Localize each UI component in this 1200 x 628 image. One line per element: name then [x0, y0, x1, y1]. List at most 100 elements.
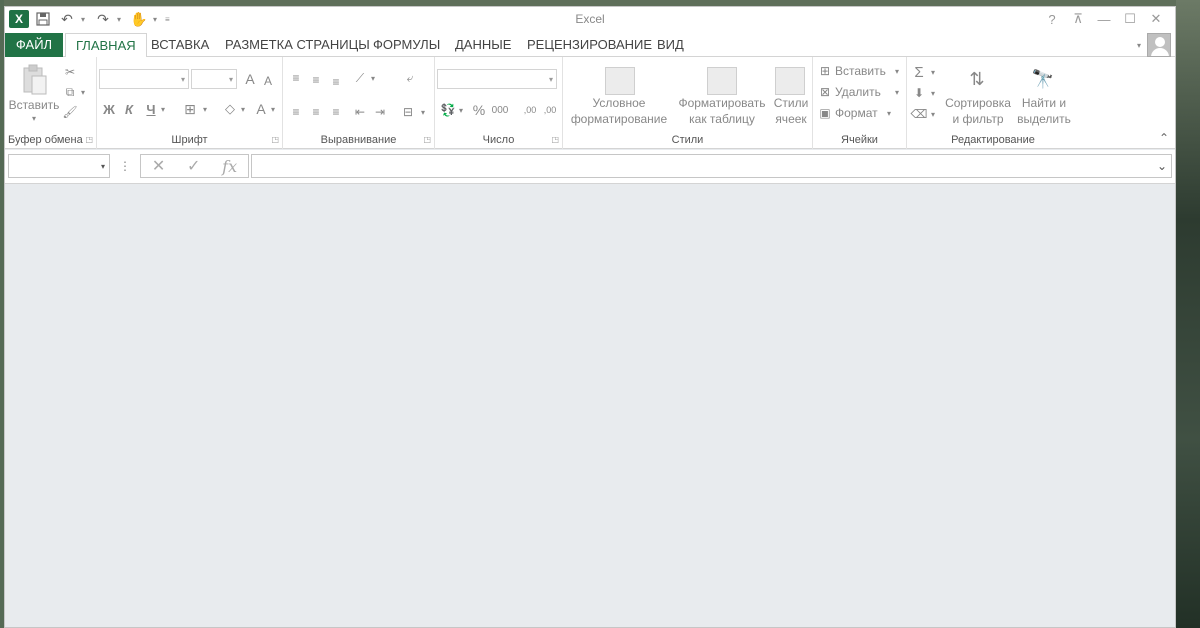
tab-data[interactable]: ДАННЫЕ [445, 33, 521, 57]
orientation-icon[interactable]: ⟋ [351, 69, 369, 87]
maximize-button[interactable]: ☐ [1117, 9, 1143, 29]
touch-mode-icon[interactable]: ✋ [129, 10, 149, 28]
number-launcher-icon[interactable]: ◳ [551, 135, 559, 144]
align-bottom-icon[interactable]: ≡ [327, 73, 345, 91]
paste-icon[interactable] [19, 63, 51, 97]
italic-button[interactable]: К [121, 99, 137, 119]
font-color-dropdown-icon[interactable]: ▾ [269, 99, 277, 119]
tab-formulas[interactable]: ФОРМУЛЫ [363, 33, 450, 57]
customize-qat-icon[interactable]: ≡ [165, 15, 173, 24]
increase-indent-icon[interactable]: ⇥ [371, 103, 389, 121]
clear-icon[interactable]: ⌫ [911, 105, 928, 123]
tab-home[interactable]: ГЛАВНАЯ [65, 33, 147, 58]
tab-view[interactable]: ВИД [647, 33, 694, 57]
bold-button[interactable]: Ж [101, 99, 117, 119]
fill-color-icon[interactable]: ◇ [221, 99, 239, 119]
autosum-dropdown-icon[interactable]: ▾ [929, 63, 937, 81]
format-painter-icon[interactable]: 🖌 [61, 103, 79, 121]
tab-page-layout[interactable]: РАЗМЕТКА СТРАНИЦЫ [215, 33, 380, 57]
delete-cells-icon[interactable]: ⊠ [817, 84, 833, 100]
underline-button[interactable]: Ч [143, 99, 159, 119]
close-button[interactable]: ✕ [1143, 9, 1169, 29]
minimize-button[interactable]: — [1091, 9, 1117, 29]
formula-input[interactable]: ⌄ [251, 154, 1172, 178]
currency-dropdown-icon[interactable]: ▾ [457, 101, 465, 119]
conditional-formatting-button[interactable]: Условное [563, 95, 675, 111]
save-icon[interactable] [33, 10, 53, 28]
fill-dropdown-icon[interactable]: ▾ [239, 99, 247, 119]
font-name-combo[interactable]: ▾ [99, 69, 189, 89]
delete-dropdown-icon[interactable]: ▾ [893, 84, 901, 100]
redo-icon[interactable]: ↷ [93, 10, 113, 28]
underline-dropdown-icon[interactable]: ▾ [159, 99, 167, 119]
name-box[interactable]: ▾ [8, 154, 110, 178]
cut-icon[interactable]: ✂ [61, 63, 79, 81]
find-select-button[interactable]: Найти и [1013, 95, 1075, 111]
fill-icon[interactable]: ⬇ [911, 84, 927, 102]
help-button[interactable]: ? [1039, 9, 1065, 29]
undo-icon[interactable]: ↶ [57, 10, 77, 28]
alignment-launcher-icon[interactable]: ◳ [423, 135, 431, 144]
cell-styles-icon[interactable] [775, 67, 805, 95]
decrease-decimal-button[interactable]: ,00 [541, 101, 559, 119]
insert-dropdown-icon[interactable]: ▾ [893, 63, 901, 79]
number-format-combo[interactable]: ▾ [437, 69, 557, 89]
enter-icon[interactable]: ✓ [187, 156, 200, 176]
paste-dropdown-icon[interactable]: ▾ [7, 111, 61, 127]
grow-font-button[interactable]: A [243, 69, 257, 89]
sort-filter-button[interactable]: Сортировка [941, 95, 1015, 111]
collapse-ribbon-icon[interactable]: ⌃ [1159, 131, 1169, 145]
cancel-icon[interactable]: ✕ [152, 156, 165, 176]
copy-dropdown-icon[interactable]: ▾ [79, 83, 87, 101]
borders-icon[interactable]: ⊞ [181, 99, 199, 119]
align-right-icon[interactable]: ≡ [327, 103, 345, 121]
find-select-label-2[interactable]: выделить [1013, 111, 1075, 127]
excel-logo-icon[interactable]: X [9, 10, 29, 28]
format-as-table-icon[interactable] [707, 67, 737, 95]
sort-filter-label-2[interactable]: и фильтр [941, 111, 1015, 127]
tab-insert[interactable]: ВСТАВКА [141, 33, 219, 57]
format-dropdown-icon[interactable]: ▾ [885, 105, 893, 121]
ribbon-display-options-button[interactable]: ⊼ [1065, 9, 1091, 29]
tab-file[interactable]: ФАЙЛ [5, 33, 63, 57]
increase-decimal-button[interactable]: ,00 [521, 101, 539, 119]
redo-dropdown-icon[interactable]: ▾ [117, 15, 125, 24]
find-select-icon[interactable]: 🔭 [1027, 65, 1059, 93]
merge-center-icon[interactable]: ⊟ [399, 103, 417, 121]
avatar[interactable] [1147, 33, 1171, 57]
cell-styles-button[interactable]: Стили [769, 95, 813, 111]
undo-dropdown-icon[interactable]: ▾ [81, 15, 89, 24]
percent-button[interactable]: % [471, 101, 487, 119]
format-as-table-button[interactable]: Форматировать [675, 95, 769, 111]
clear-dropdown-icon[interactable]: ▾ [929, 105, 937, 123]
align-top-icon[interactable]: ≡ [287, 69, 305, 87]
thousands-button[interactable]: 000 [489, 101, 511, 119]
expand-formula-bar-icon[interactable]: ⌄ [1157, 159, 1167, 173]
tab-review[interactable]: РЕЦЕНЗИРОВАНИЕ [517, 33, 662, 57]
conditional-formatting-label-2[interactable]: форматирование [563, 111, 675, 127]
insert-cells-button[interactable]: Вставить [835, 63, 899, 79]
delete-cells-button[interactable]: Удалить [835, 84, 899, 100]
insert-cells-icon[interactable]: ⊞ [817, 63, 833, 79]
cell-styles-label-2[interactable]: ячеек [769, 111, 813, 127]
align-center-icon[interactable]: ≡ [307, 103, 325, 121]
formula-bar-grip-icon[interactable]: ⋮ [119, 159, 131, 173]
shrink-font-button[interactable]: A [261, 71, 275, 91]
insert-function-icon[interactable]: fx [222, 157, 237, 176]
format-as-table-label-2[interactable]: как таблицу [675, 111, 769, 127]
conditional-formatting-icon[interactable] [605, 67, 635, 95]
touch-dropdown-icon[interactable]: ▾ [153, 15, 161, 24]
align-left-icon[interactable]: ≡ [287, 103, 305, 121]
decrease-indent-icon[interactable]: ⇤ [351, 103, 369, 121]
font-size-combo[interactable]: ▾ [191, 69, 237, 89]
orientation-dropdown-icon[interactable]: ▾ [369, 69, 377, 87]
wrap-text-icon[interactable]: ⤶ [401, 69, 419, 87]
sort-filter-icon[interactable]: ⇅ [961, 65, 993, 93]
borders-dropdown-icon[interactable]: ▾ [201, 99, 209, 119]
autosum-button[interactable]: Σ [911, 63, 927, 81]
account-dropdown-icon[interactable]: ▾ [1137, 41, 1141, 50]
copy-icon[interactable]: ⧉ [61, 83, 79, 101]
clipboard-launcher-icon[interactable]: ◳ [85, 135, 93, 144]
currency-icon[interactable]: 💱 [439, 101, 457, 119]
font-launcher-icon[interactable]: ◳ [271, 135, 279, 144]
